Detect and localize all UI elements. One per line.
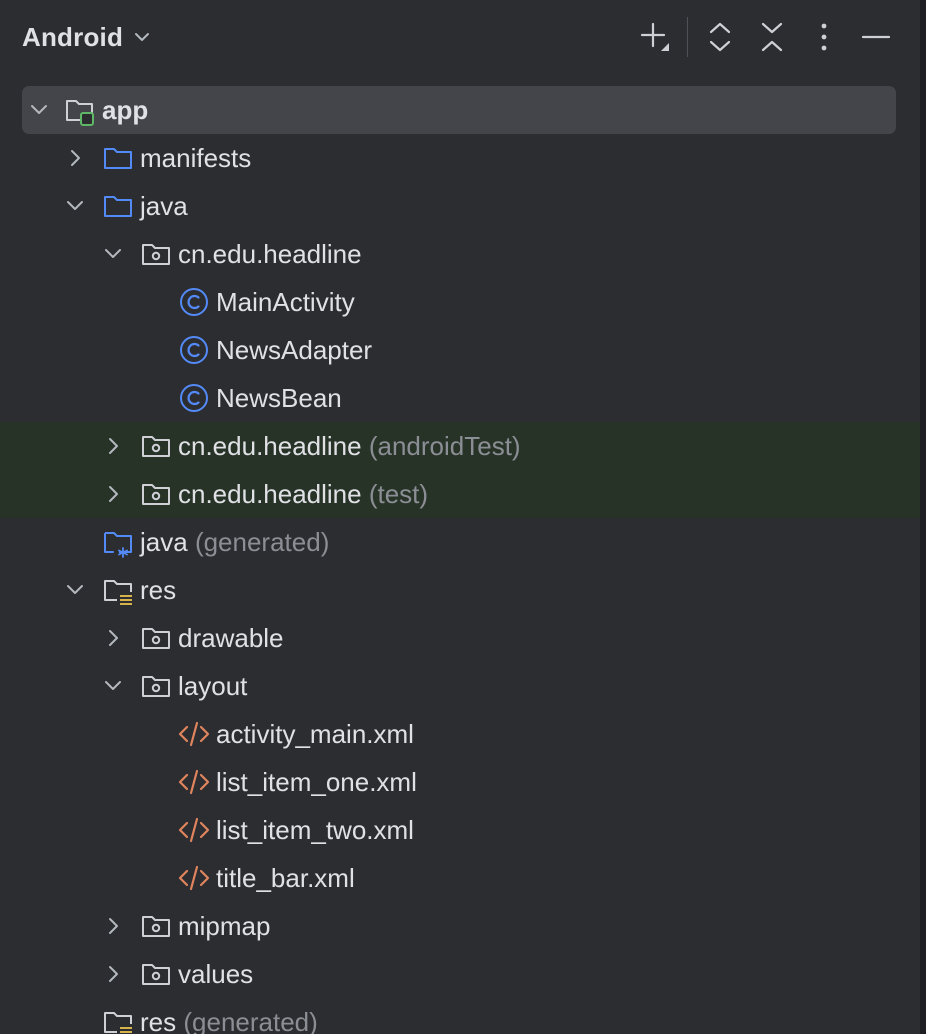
- tree-item-label: layout: [178, 671, 248, 701]
- tree-item-label: manifests: [140, 143, 252, 173]
- resource-folder-icon: [104, 1012, 132, 1033]
- tree-item-java[interactable]: java: [0, 182, 920, 230]
- expand-all-button[interactable]: [698, 15, 742, 59]
- tree-item-res[interactable]: res: [0, 566, 920, 614]
- tree-item-suffix: (generated): [183, 1007, 318, 1034]
- tree-item-label: NewsBean: [216, 383, 342, 413]
- add-button[interactable]: [633, 15, 677, 59]
- tree-item-label: cn.edu.headline: [178, 431, 362, 461]
- tree-item-label: java: [140, 527, 188, 557]
- minimize-icon: [861, 35, 891, 39]
- tree-item-package-android-test[interactable]: cn.edu.headline (androidTest): [0, 422, 920, 470]
- tree-item-mipmap[interactable]: mipmap: [0, 902, 920, 950]
- tree-item-label: res: [140, 1007, 177, 1034]
- package-icon: [142, 916, 170, 937]
- tree-item-label: java: [140, 191, 188, 221]
- chevron-down-icon[interactable]: [28, 99, 50, 121]
- tree-item-label: NewsAdapter: [216, 335, 373, 365]
- tree-item-text: java (generated): [140, 518, 329, 566]
- xml-file-icon: [178, 769, 210, 795]
- vertical-ellipsis-icon: [821, 23, 827, 51]
- xml-file-icon: [178, 865, 210, 891]
- package-icon: [142, 676, 170, 697]
- toolbar-separator: [687, 17, 688, 57]
- tree-item-label: title_bar.xml: [216, 863, 355, 893]
- package-icon: [142, 244, 170, 265]
- tree-item-suffix: (generated): [194, 527, 330, 557]
- tree-item-manifests[interactable]: manifests: [0, 134, 920, 182]
- tree-item-suffix: (androidTest): [368, 431, 521, 461]
- xml-file-icon: [178, 721, 210, 747]
- plus-icon: [640, 22, 669, 51]
- package-icon: [142, 628, 170, 649]
- project-tool-window: Android app manifests java cn.edu.headli…: [0, 0, 926, 1034]
- chevron-right-icon[interactable]: [102, 483, 124, 505]
- tree-item-label: res: [140, 575, 177, 605]
- folder-icon: [104, 196, 132, 217]
- tree-item-package-main[interactable]: cn.edu.headline: [0, 230, 920, 278]
- chevron-down-icon: [135, 33, 150, 41]
- tree-item-suffix: (test): [368, 479, 429, 509]
- generated-folder-icon: [104, 532, 132, 558]
- folder-icon: [104, 148, 132, 169]
- tree-item-label: cn.edu.headline: [178, 239, 362, 269]
- tree-item-java-generated[interactable]: java (generated): [0, 518, 920, 566]
- tree-item-drawable[interactable]: drawable: [0, 614, 920, 662]
- panel-right-border: [920, 0, 926, 1034]
- package-icon: [142, 436, 170, 457]
- selection-highlight: [22, 86, 896, 134]
- tree-item-label: drawable: [178, 623, 284, 653]
- collapse-all-button[interactable]: [750, 15, 794, 59]
- chevron-down-icon[interactable]: [102, 243, 124, 265]
- tree-item-label: app: [102, 95, 149, 125]
- view-mode-dropdown[interactable]: Android: [22, 18, 151, 56]
- collapse-all-icon: [761, 22, 783, 52]
- chevron-down-icon[interactable]: [102, 675, 124, 697]
- project-header: Android: [0, 0, 920, 74]
- tree-item-main-activity[interactable]: MainActivity: [0, 278, 920, 326]
- tree-item-activity-main-xml[interactable]: activity_main.xml: [0, 710, 920, 758]
- tree-item-text: cn.edu.headline (androidTest): [178, 422, 521, 470]
- resource-folder-icon: [104, 580, 132, 605]
- module-folder-icon: [66, 100, 94, 126]
- chevron-right-icon[interactable]: [102, 435, 124, 457]
- options-button[interactable]: [802, 15, 846, 59]
- chevron-right-icon[interactable]: [64, 147, 86, 169]
- tree-item-label: list_item_one.xml: [216, 767, 417, 797]
- tree-item-text: res (generated): [140, 998, 318, 1034]
- tree-item-label: values: [178, 959, 254, 989]
- tree-item-label: list_item_two.xml: [216, 815, 414, 845]
- chevron-right-icon[interactable]: [102, 963, 124, 985]
- tree-item-label: mipmap: [178, 911, 271, 941]
- chevron-right-icon[interactable]: [102, 915, 124, 937]
- tree-item-title-bar-xml[interactable]: title_bar.xml: [0, 854, 920, 902]
- project-toolbar: [625, 14, 898, 60]
- tree-item-values[interactable]: values: [0, 950, 920, 998]
- chevron-right-icon[interactable]: [102, 627, 124, 649]
- expand-all-icon: [709, 22, 731, 52]
- tree-item-text: cn.edu.headline (test): [178, 470, 428, 518]
- project-tree: app manifests java cn.edu.headline MainA…: [0, 86, 920, 1034]
- class-icon: [180, 384, 208, 412]
- tree-item-news-adapter[interactable]: NewsAdapter: [0, 326, 920, 374]
- xml-file-icon: [178, 817, 210, 843]
- chevron-down-icon[interactable]: [64, 579, 86, 601]
- package-icon: [142, 484, 170, 505]
- tree-item-package-test[interactable]: cn.edu.headline (test): [0, 470, 920, 518]
- tree-item-list-item-two-xml[interactable]: list_item_two.xml: [0, 806, 920, 854]
- tree-item-label: cn.edu.headline: [178, 479, 362, 509]
- tree-item-news-bean[interactable]: NewsBean: [0, 374, 920, 422]
- tree-item-app[interactable]: app: [0, 86, 920, 134]
- package-icon: [142, 964, 170, 985]
- class-icon: [180, 336, 208, 364]
- tree-item-list-item-one-xml[interactable]: list_item_one.xml: [0, 758, 920, 806]
- hide-button[interactable]: [854, 15, 898, 59]
- view-mode-label: Android: [22, 21, 124, 52]
- tree-item-label: activity_main.xml: [216, 719, 414, 749]
- tree-item-res-generated[interactable]: res (generated): [0, 998, 920, 1034]
- tree-item-label: MainActivity: [216, 287, 355, 317]
- class-icon: [180, 288, 208, 316]
- chevron-down-icon[interactable]: [64, 195, 86, 217]
- tree-item-layout[interactable]: layout: [0, 662, 920, 710]
